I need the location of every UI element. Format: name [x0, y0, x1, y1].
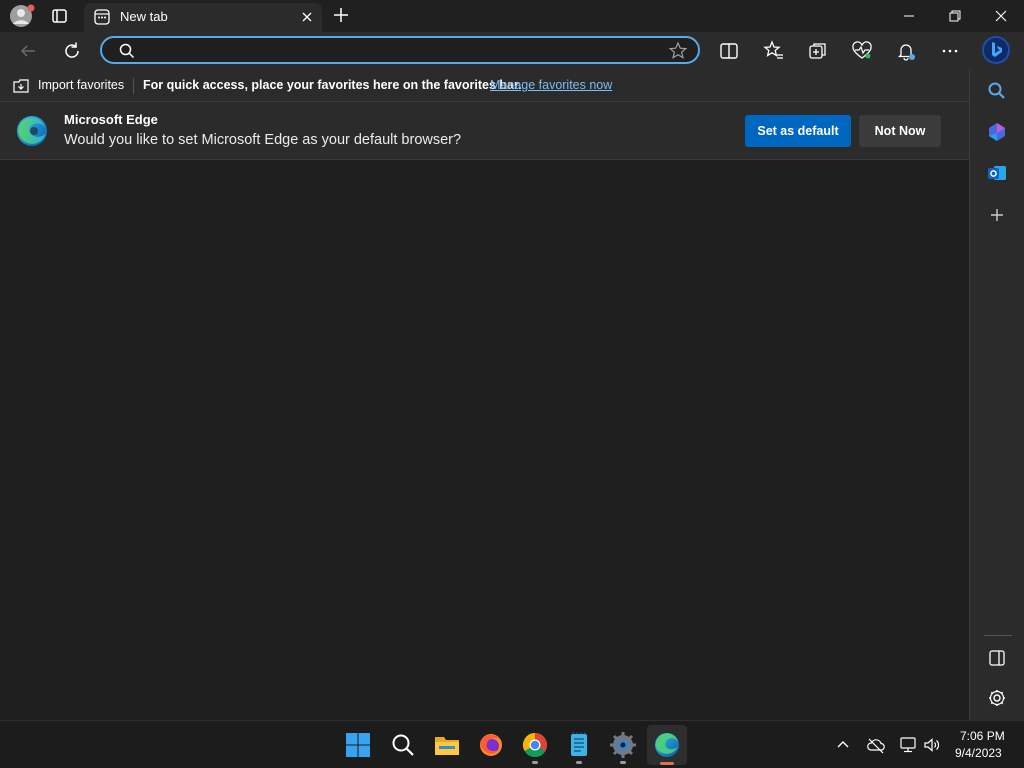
more-icon: [942, 49, 958, 53]
restore-icon: [949, 10, 961, 22]
sidebar: [969, 70, 1024, 720]
running-indicator: [620, 761, 626, 764]
collections-icon: [809, 43, 826, 59]
profile-button[interactable]: [8, 3, 36, 29]
default-browser-banner: Microsoft Edge Would you like to set Mic…: [0, 102, 970, 160]
running-indicator: [576, 761, 582, 764]
sidebar-divider: [984, 635, 1012, 636]
search-icon: [392, 734, 414, 756]
network-tray-button[interactable]: [898, 735, 918, 755]
manage-favorites-link[interactable]: Manage favorites now: [490, 78, 612, 92]
taskbar-search-button[interactable]: [387, 729, 419, 761]
browser-essentials-button[interactable]: [850, 39, 874, 63]
show-hidden-icons-button[interactable]: [834, 736, 852, 754]
banner-message: Would you like to set Microsoft Edge as …: [64, 132, 462, 148]
outlook-icon[interactable]: [985, 161, 1009, 185]
clock-button[interactable]: 7:06 PM 9/4/2023: [948, 721, 1018, 768]
taskbar: 7:06 PM 9/4/2023: [0, 720, 1024, 768]
notepad-button[interactable]: [563, 729, 595, 764]
clock-date: 9/4/2023: [955, 746, 1002, 760]
clock-time: 7:06 PM: [960, 729, 1005, 743]
minimize-icon: [904, 15, 914, 17]
start-button[interactable]: [342, 729, 374, 761]
favorites-bar-message: For quick access, place your favorites h…: [143, 78, 522, 92]
search-icon: [119, 43, 135, 59]
import-favorites-label: Import favorites: [38, 78, 125, 92]
chrome-icon: [522, 733, 548, 758]
hide-sidebar-icon[interactable]: [985, 646, 1009, 670]
tab-actions-button[interactable]: [48, 5, 72, 27]
edge-taskbar-button[interactable]: [647, 725, 687, 765]
edge-icon: [655, 733, 679, 757]
tab-new-tab[interactable]: New tab: [84, 3, 322, 32]
settings-icon: [610, 732, 636, 758]
sidebar-settings-icon[interactable]: [985, 686, 1009, 710]
import-favorites-icon: [13, 79, 29, 93]
firefox-icon: [480, 734, 502, 756]
start-icon: [346, 733, 370, 757]
favorite-star-icon[interactable]: [668, 41, 688, 61]
banner-title: Microsoft Edge: [64, 112, 158, 127]
chrome-button[interactable]: [519, 729, 551, 764]
chevron-up-icon: [837, 741, 849, 748]
close-window-button[interactable]: [978, 0, 1024, 32]
new-tab-button[interactable]: [330, 4, 352, 26]
navigation-toolbar: [0, 32, 1024, 70]
network-icon: [900, 737, 916, 753]
restore-button[interactable]: [932, 0, 978, 32]
tab-close-button[interactable]: [297, 7, 317, 27]
sidebar-search-icon[interactable]: [985, 79, 1009, 103]
settings-and-more-button[interactable]: [938, 39, 962, 63]
bell-icon: [897, 44, 915, 61]
file-explorer-icon: [435, 737, 459, 755]
close-icon: [302, 12, 312, 22]
favorites-bar: Import favorites For quick access, place…: [0, 70, 970, 102]
set-as-default-button[interactable]: Set as default: [745, 115, 851, 147]
edge-logo-icon: [17, 116, 47, 146]
not-now-button[interactable]: Not Now: [859, 115, 941, 147]
volume-tray-button[interactable]: [922, 735, 942, 755]
bing-chat-button[interactable]: [980, 34, 1012, 66]
split-screen-button[interactable]: [717, 39, 741, 63]
back-arrow-icon: [20, 45, 35, 57]
copilot-icon[interactable]: [985, 120, 1009, 144]
plus-icon: [334, 8, 348, 22]
split-screen-icon: [720, 43, 738, 59]
file-explorer-button[interactable]: [431, 729, 463, 761]
bing-icon: [982, 36, 1010, 64]
heartbeat-icon: [852, 41, 872, 59]
active-indicator: [660, 762, 674, 765]
vertical-tabs-icon: [52, 9, 67, 23]
page-content[interactable]: [0, 160, 969, 720]
title-bar: New tab: [0, 0, 1024, 32]
running-indicator: [532, 761, 538, 764]
tab-title: New tab: [120, 9, 168, 24]
firefox-button[interactable]: [475, 729, 507, 761]
address-input[interactable]: [142, 40, 666, 62]
favorites-divider: [133, 78, 134, 94]
minimize-button[interactable]: [886, 0, 932, 32]
cloud-offline-icon: [867, 738, 885, 754]
add-sidebar-app-icon[interactable]: [985, 203, 1009, 227]
new-tab-page-icon: [94, 9, 110, 25]
refresh-button[interactable]: [60, 39, 84, 63]
notepad-icon: [571, 732, 587, 756]
favorites-icon: [763, 40, 783, 59]
close-icon: [995, 10, 1007, 22]
back-button[interactable]: [16, 39, 40, 63]
notifications-button[interactable]: [894, 39, 918, 63]
refresh-icon: [65, 42, 79, 58]
favorites-button[interactable]: [762, 39, 786, 63]
collections-button[interactable]: [806, 39, 830, 63]
settings-button[interactable]: [607, 729, 639, 764]
onedrive-tray-button[interactable]: [866, 735, 886, 755]
address-bar[interactable]: [100, 36, 700, 64]
profile-icon: [10, 4, 35, 27]
speaker-icon: [924, 738, 940, 752]
